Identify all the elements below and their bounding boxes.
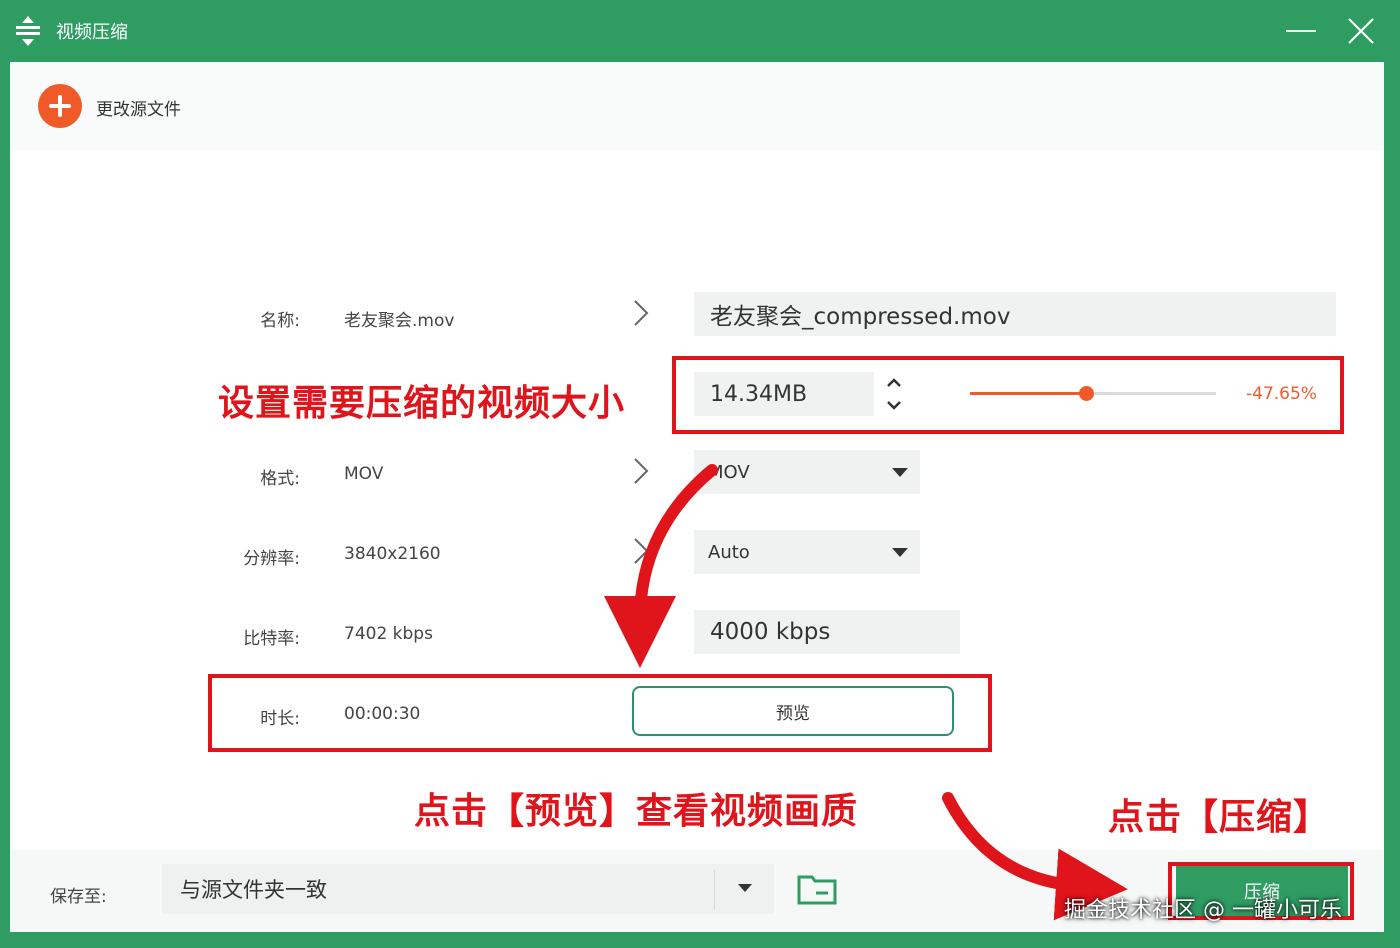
size-hint: 设置需要压缩的视频大小 <box>218 383 626 424</box>
format-label: 格式: <box>260 469 300 489</box>
format-selected: MOV <box>708 461 750 483</box>
chevron-down-icon <box>892 548 908 557</box>
window-title: 视频压缩 <box>56 22 128 43</box>
duration-highlight-box <box>208 674 992 752</box>
save-to-label: 保存至: <box>50 887 107 907</box>
size-highlight-box <box>672 356 1344 434</box>
chevron-right-icon <box>634 458 649 484</box>
source-bitrate: 7402 kbps <box>344 624 433 644</box>
title-bar: 视频压缩 <box>0 0 1400 62</box>
source-name: 老友聚会.mov <box>344 311 455 331</box>
resolution-selected: Auto <box>708 541 750 563</box>
chevron-right-icon <box>634 300 649 326</box>
source-format: MOV <box>344 464 384 484</box>
toolbar: 更改源文件 <box>10 62 1384 150</box>
bitrate-label: 比特率: <box>243 629 300 649</box>
output-name-text: 老友聚会_compressed.mov <box>710 304 1011 330</box>
divider <box>714 870 715 910</box>
chevron-down-icon[interactable] <box>738 884 752 892</box>
close-icon[interactable] <box>1346 16 1376 46</box>
save-location-value: 与源文件夹一致 <box>180 878 327 902</box>
resolution-label: 分辨率: <box>243 549 300 569</box>
compress-icon <box>16 16 40 46</box>
chevron-down-icon <box>892 468 908 477</box>
resolution-select[interactable]: Auto <box>694 530 920 574</box>
watermark: 掘金技术社区 @ 一罐小可乐 <box>1064 898 1342 923</box>
bitrate-input[interactable]: 4000 kbps <box>694 610 960 654</box>
format-select[interactable]: MOV <box>694 450 920 494</box>
compress-hint: 点击【压缩】 <box>1108 797 1331 838</box>
preview-hint: 点击【预览】查看视频画质 <box>414 791 859 832</box>
folder-icon[interactable] <box>796 872 838 906</box>
save-location-select[interactable]: 与源文件夹一致 <box>162 864 774 914</box>
plus-circle-icon[interactable] <box>38 84 82 128</box>
bitrate-value: 4000 kbps <box>710 619 831 645</box>
change-source-button[interactable]: 更改源文件 <box>96 95 181 120</box>
output-name-input[interactable]: 老友聚会_compressed.mov <box>694 292 1336 336</box>
name-label: 名称: <box>260 311 300 331</box>
source-resolution: 3840x2160 <box>344 544 441 564</box>
chevron-right-icon <box>634 538 649 564</box>
minimize-icon[interactable] <box>1286 30 1316 32</box>
